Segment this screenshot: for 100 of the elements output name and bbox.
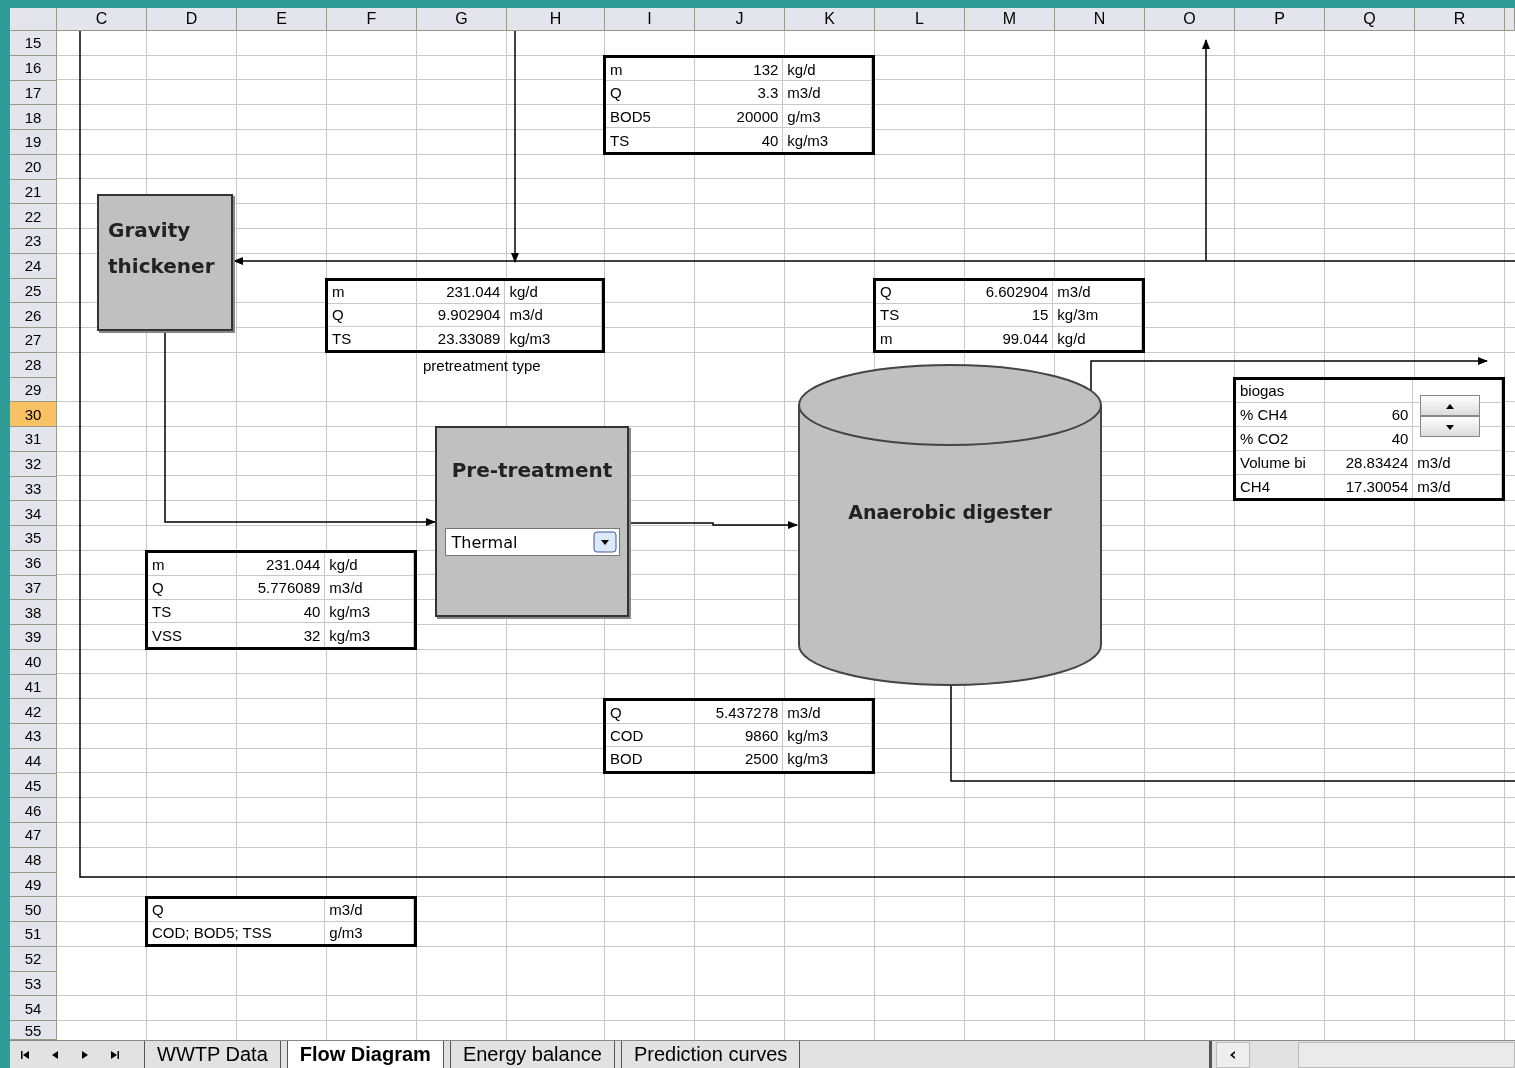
table-cell: Q <box>876 280 965 304</box>
table-cell: 60 <box>1324 403 1414 427</box>
column-header[interactable]: Q <box>1325 8 1415 31</box>
table-cell: 231.044 <box>416 280 506 304</box>
table-cell: 40 <box>1324 427 1414 451</box>
row-header[interactable]: 41 <box>10 674 57 700</box>
row-header[interactable]: 55 <box>10 1021 57 1040</box>
table-cell: kg/m3 <box>325 623 414 647</box>
row-header[interactable]: 27 <box>10 328 57 353</box>
row-header[interactable]: 37 <box>10 575 57 601</box>
row-header[interactable]: 39 <box>10 625 57 650</box>
row-header[interactable]: 19 <box>10 130 57 155</box>
column-header[interactable] <box>1505 8 1515 31</box>
row-header[interactable]: 53 <box>10 971 57 997</box>
row-header[interactable]: 17 <box>10 80 57 106</box>
row-header[interactable]: 23 <box>10 229 57 254</box>
row-header[interactable]: 45 <box>10 773 57 799</box>
row-header[interactable]: 28 <box>10 352 57 378</box>
row-header[interactable]: 36 <box>10 550 57 576</box>
last-icon <box>109 1049 121 1061</box>
row-header[interactable]: 54 <box>10 996 57 1021</box>
table-cell: kg/m3 <box>505 326 602 350</box>
table-cell: g/m3 <box>325 921 414 944</box>
column-header[interactable]: L <box>875 8 965 31</box>
row-header[interactable]: 30 <box>10 402 57 427</box>
table-cell: % CO2 <box>1236 427 1325 451</box>
table-cell: 132 <box>694 57 784 82</box>
row-header[interactable]: 52 <box>10 946 57 972</box>
column-header[interactable]: F <box>327 8 417 31</box>
row-header[interactable]: 40 <box>10 649 57 675</box>
column-header[interactable]: R <box>1415 8 1505 31</box>
spin-up-button[interactable] <box>1420 395 1480 416</box>
table-cell: m3/d <box>1413 474 1502 499</box>
table-cell: m <box>606 57 695 82</box>
row-header[interactable]: 33 <box>10 476 57 502</box>
scroll-left-button[interactable] <box>1216 1042 1250 1068</box>
row-header[interactable]: 26 <box>10 303 57 328</box>
tank-label: Anaerobic digester <box>848 501 1052 525</box>
table-cell: TS <box>148 599 237 624</box>
row-header[interactable]: 47 <box>10 823 57 848</box>
sheet-tab[interactable]: Prediction curves <box>620 1041 801 1068</box>
row-header[interactable]: 20 <box>10 154 57 180</box>
table-cell: g/m3 <box>783 104 872 129</box>
row-header[interactable]: 44 <box>10 748 57 774</box>
row-header[interactable]: 29 <box>10 377 57 403</box>
column-header[interactable]: H <box>507 8 605 31</box>
row-header[interactable]: 31 <box>10 427 57 452</box>
table-cell: Q <box>328 303 417 327</box>
row-header[interactable]: 18 <box>10 105 57 130</box>
table-cell: kg/d <box>505 280 602 304</box>
table-cell: % CH4 <box>1236 403 1325 427</box>
row-header[interactable]: 34 <box>10 501 57 526</box>
row-header[interactable]: 48 <box>10 847 57 873</box>
column-header[interactable]: M <box>965 8 1055 31</box>
row-header[interactable]: 24 <box>10 253 57 279</box>
table-cell: kg/d <box>325 552 414 577</box>
sheet-tab[interactable]: Flow Diagram <box>286 1041 444 1068</box>
table-cell: 2500 <box>694 747 784 771</box>
table-cell: 17.30054 <box>1324 474 1414 499</box>
row-header[interactable]: 32 <box>10 451 57 477</box>
column-header[interactable]: J <box>695 8 785 31</box>
table-cell: 9860 <box>694 724 784 748</box>
table-cell: COD <box>606 724 695 748</box>
table-cell: Volume bi <box>1236 450 1325 475</box>
row-header[interactable]: 38 <box>10 600 57 625</box>
row-header[interactable]: 22 <box>10 204 57 229</box>
column-header[interactable]: P <box>1235 8 1325 31</box>
sheet-tab[interactable]: WWTP Data <box>144 1041 281 1068</box>
row-header[interactable]: 46 <box>10 798 57 823</box>
pretreatment-dropdown[interactable]: Thermal <box>444 528 620 556</box>
table-cell: m3/d <box>505 303 602 327</box>
table-cell: m <box>876 326 965 350</box>
table-cell: TS <box>876 303 965 327</box>
row-header[interactable]: 42 <box>10 699 57 724</box>
row-header[interactable]: 16 <box>10 55 57 81</box>
table-cell: Q <box>148 576 237 600</box>
row-header[interactable]: 21 <box>10 179 57 205</box>
spin-down-button[interactable] <box>1420 416 1480 437</box>
row-header[interactable]: 51 <box>10 922 57 947</box>
row-header[interactable]: 15 <box>10 31 57 56</box>
column-header[interactable]: K <box>785 8 875 31</box>
first-icon <box>19 1049 31 1061</box>
column-header[interactable]: G <box>417 8 507 31</box>
row-header[interactable]: 50 <box>10 897 57 922</box>
column-header[interactable]: O <box>1145 8 1235 31</box>
column-header[interactable]: C <box>57 8 147 31</box>
table-cell: BOD <box>606 747 695 771</box>
table-cell: kg/m3 <box>783 128 872 152</box>
table-cell: kg/m3 <box>325 599 414 624</box>
row-header[interactable]: 35 <box>10 526 57 551</box>
sheet-tab[interactable]: Energy balance <box>449 1041 615 1068</box>
pretreatment-label: pretreatment type <box>422 355 542 376</box>
row-header[interactable]: 43 <box>10 724 57 749</box>
column-header[interactable]: I <box>605 8 695 31</box>
row-header[interactable]: 49 <box>10 872 57 898</box>
column-header[interactable]: D <box>147 8 237 31</box>
select-all-corner[interactable] <box>10 8 57 31</box>
column-header[interactable]: E <box>237 8 327 31</box>
row-header[interactable]: 25 <box>10 278 57 304</box>
column-header[interactable]: N <box>1055 8 1145 31</box>
